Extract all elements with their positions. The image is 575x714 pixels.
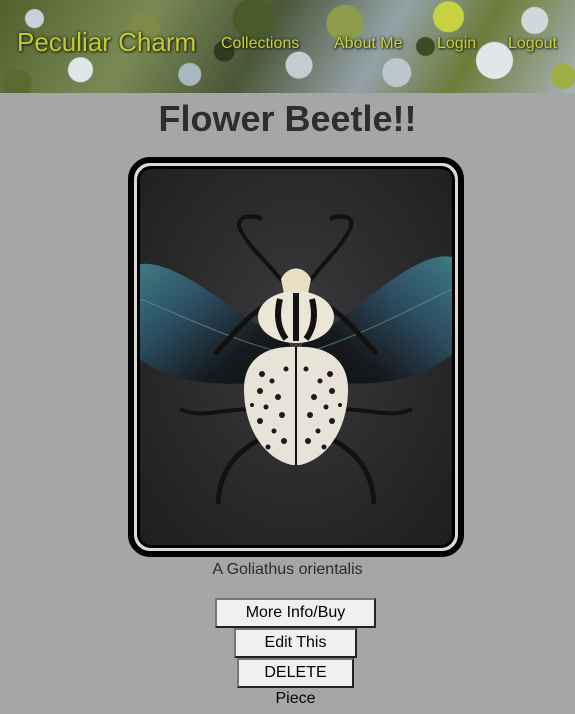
nav-collections[interactable]: Collections: [221, 35, 299, 53]
image-frame: [128, 157, 464, 557]
nav-login[interactable]: Login: [437, 35, 476, 53]
nav-about-me[interactable]: About Me: [334, 35, 402, 53]
nav-logout[interactable]: Logout: [508, 35, 557, 53]
delete-piece-button[interactable]: DELETE Piece: [237, 658, 354, 707]
brand-logo-link[interactable]: Peculiar Charm: [17, 27, 196, 58]
image-caption: A Goliathus orientalis: [212, 561, 363, 578]
page-title: Flower Beetle!!: [158, 98, 417, 139]
beetle-illustration: [140, 214, 452, 505]
beetle-image: [137, 166, 455, 548]
more-info-buy-button[interactable]: More Info/Buy Here!: [215, 598, 376, 647]
site-header: Peculiar Charm Collections About Me Logi…: [0, 0, 575, 93]
edit-piece-button[interactable]: Edit This Piece: [234, 628, 357, 677]
